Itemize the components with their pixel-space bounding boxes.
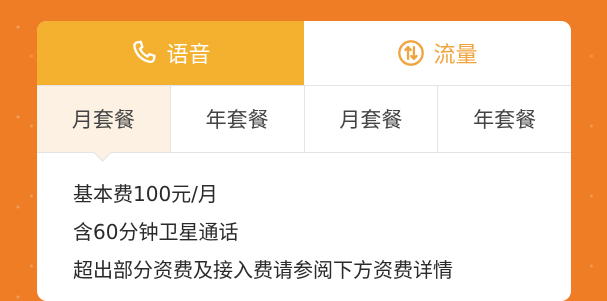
data-transfer-icon xyxy=(398,40,425,66)
subtab-monthly-plan-1[interactable]: 月套餐 xyxy=(37,86,171,152)
subtab-monthly-plan-2[interactable]: 月套餐 xyxy=(305,86,439,152)
phone-icon xyxy=(133,40,157,64)
tab-voice[interactable]: 语音 xyxy=(37,21,304,85)
detail-base-fee: 基本费100元/月 xyxy=(73,182,218,206)
main-tabs: 语音 流量 xyxy=(37,21,571,85)
subtab-annual-plan-2[interactable]: 年套餐 xyxy=(438,86,571,152)
plan-details: 基本费100元/月 含60分钟卫星通话 超出部分资费及接入费请参阅下方资费详情 xyxy=(37,153,571,289)
subtab-annual-plan-1[interactable]: 年套餐 xyxy=(171,86,305,152)
tab-voice-label: 语音 xyxy=(166,43,211,68)
detail-overage-note: 超出部分资费及接入费请参阅下方资费详情 xyxy=(73,258,453,282)
detail-included-minutes: 含60分钟卫星通话 xyxy=(73,220,239,244)
plan-card: 语音 流量 月套餐 年套餐 月套餐 年套餐 基本费100元/月 含60分钟卫星通… xyxy=(37,21,571,301)
tab-data-label: 流量 xyxy=(433,43,478,68)
sub-tabs: 月套餐 年套餐 月套餐 年套餐 xyxy=(37,85,571,153)
tab-data[interactable]: 流量 xyxy=(304,21,571,85)
